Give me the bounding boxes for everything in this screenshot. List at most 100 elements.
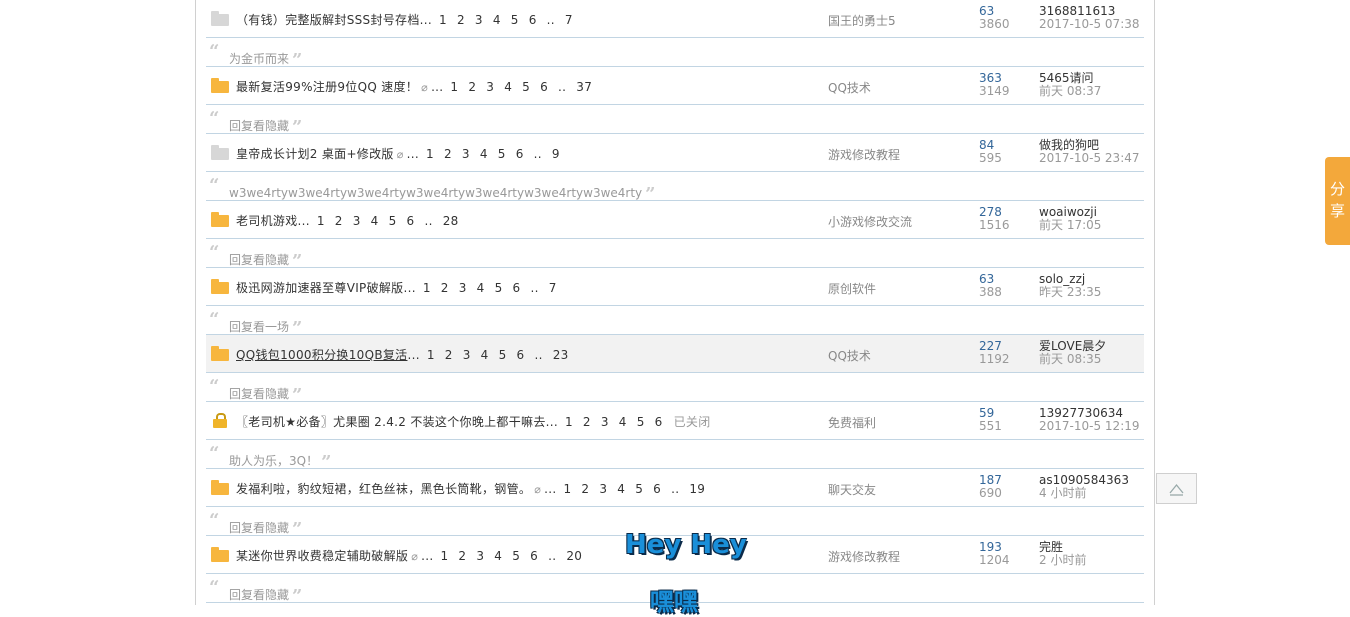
page-link[interactable]: 37 (576, 80, 592, 94)
last-post-time[interactable]: 昨天 23:35 (1039, 286, 1101, 299)
forum-link[interactable]: 小游戏修改交流 (828, 213, 912, 230)
page-link[interactable]: 2 (335, 214, 343, 228)
thread-row[interactable]: 老司机游戏... 1 2 3 4 5 6.. 28 小游戏修改交流 278 1516 woai… (206, 201, 1144, 239)
page-link[interactable]: 9 (552, 147, 560, 161)
thread-title-link[interactable]: 极迅网游加速器至尊VIP破解版 (236, 281, 404, 295)
thread-title-link[interactable]: 某迷你世界收费稳定辅助破解版 (236, 549, 408, 563)
page-link[interactable]: 5 (495, 281, 503, 295)
last-post-time[interactable]: 2017-10-5 23:47 (1039, 152, 1140, 165)
forum-link[interactable]: QQ技术 (828, 347, 871, 364)
page-link[interactable]: 6 (530, 549, 538, 563)
page-link[interactable]: 1 (563, 482, 571, 496)
page-link[interactable]: 4 (481, 348, 489, 362)
page-link[interactable]: 5 (635, 482, 643, 496)
forum-link[interactable]: 聊天交友 (828, 481, 876, 498)
page-link[interactable]: 5 (511, 13, 519, 27)
forum-link[interactable]: 游戏修改教程 (828, 548, 900, 565)
page-link[interactable]: 5 (637, 415, 645, 429)
thread-title-link[interactable]: （有钱）完整版解封SSS封号存档 (236, 13, 420, 27)
page-link[interactable]: 1 (427, 348, 435, 362)
page-link[interactable]: 5 (499, 348, 507, 362)
page-link[interactable]: 6 (516, 147, 524, 161)
page-link[interactable]: 3 (601, 415, 609, 429)
page-link[interactable]: 1 (423, 281, 431, 295)
page-link[interactable]: 19 (689, 482, 705, 496)
thread-title-link[interactable]: 发福利啦，豹纹短裙，红色丝袜，黑色长筒靴，钢管。 (236, 482, 531, 496)
page-link[interactable]: 2 (445, 348, 453, 362)
page-link[interactable]: 5 (498, 147, 506, 161)
page-link[interactable]: 2 (583, 415, 591, 429)
thread-row[interactable]: 最新复活99%注册9位QQ 速度！ ⌀... 1 2 3 4 5 6.. 37 QQ技术 363… (206, 67, 1144, 105)
thread-title-link[interactable]: 〖老司机★必备〗尤果圈 2.4.2 不装这个你晚上都干嘛去 (236, 415, 546, 429)
last-post-time[interactable]: 4 小时前 (1039, 487, 1129, 500)
page-link[interactable]: 5 (512, 549, 520, 563)
thread-title-link[interactable]: 老司机游戏 (236, 214, 298, 228)
last-post-time[interactable]: 前天 17:05 (1039, 219, 1101, 232)
page-link[interactable]: 4 (371, 214, 379, 228)
back-to-top-button[interactable] (1156, 473, 1197, 504)
page-link[interactable]: 3 (463, 348, 471, 362)
page-link[interactable]: 4 (494, 549, 502, 563)
share-button[interactable]: 分享 (1325, 157, 1350, 245)
thread-row[interactable]: 发福利啦，豹纹短裙，红色丝袜，黑色长筒靴，钢管。 ⌀... 1 2 3 4 5 6.. 19 聊… (206, 469, 1144, 507)
page-link[interactable]: 1 (426, 147, 434, 161)
thread-title-link[interactable]: 最新复活99%注册9位QQ 速度！ (236, 80, 418, 94)
page-link[interactable]: 4 (619, 415, 627, 429)
page-link[interactable]: 2 (444, 147, 452, 161)
page-link[interactable]: 6 (655, 415, 663, 429)
page-link[interactable]: 3 (486, 80, 494, 94)
thread-row[interactable]: （有钱）完整版解封SSS封号存档... 1 2 3 4 5 6.. 7 国王的勇士5 63 3… (206, 0, 1144, 38)
page-link[interactable]: 6 (529, 13, 537, 27)
thread-title-link[interactable]: 皇帝成长计划2 桌面+修改版 (236, 147, 394, 161)
page-link[interactable]: 6 (540, 80, 548, 94)
page-link[interactable]: 2 (458, 549, 466, 563)
forum-link[interactable]: 免费福利 (828, 414, 876, 431)
page-link[interactable]: 2 (441, 281, 449, 295)
page-link[interactable]: 5 (389, 214, 397, 228)
page-link[interactable]: 7 (565, 13, 573, 27)
last-post-time[interactable]: 前天 08:37 (1039, 85, 1101, 98)
page-link[interactable]: 2 (468, 80, 476, 94)
page-link[interactable]: 23 (553, 348, 569, 362)
page-link[interactable]: 4 (477, 281, 485, 295)
page-link[interactable]: 3 (462, 147, 470, 161)
thread-row[interactable]: 〖老司机★必备〗尤果圈 2.4.2 不装这个你晚上都干嘛去... 1 2 3 4 5 6 已关… (206, 402, 1144, 440)
page-link[interactable]: 6 (653, 482, 661, 496)
page-link[interactable]: 20 (566, 549, 582, 563)
forum-link[interactable]: 游戏修改教程 (828, 146, 900, 163)
page-link[interactable]: 6 (407, 214, 415, 228)
page-link[interactable]: 1 (439, 13, 447, 27)
last-post-time[interactable]: 2017-10-5 12:19 (1039, 420, 1140, 433)
page-link[interactable]: 2 (581, 482, 589, 496)
page-link[interactable]: 5 (522, 80, 530, 94)
forum-link[interactable]: 原创软件 (828, 280, 876, 297)
page-link[interactable]: 6 (517, 348, 525, 362)
forum-link[interactable]: 国王的勇士5 (828, 12, 896, 29)
page-link[interactable]: 1 (565, 415, 573, 429)
page-link[interactable]: 1 (450, 80, 458, 94)
forum-link[interactable]: QQ技术 (828, 79, 871, 96)
page-link[interactable]: 4 (493, 13, 501, 27)
page-link[interactable]: 4 (504, 80, 512, 94)
last-post-time[interactable]: 2017-10-5 07:38 (1039, 18, 1140, 31)
page-link[interactable]: 3 (353, 214, 361, 228)
page-link[interactable]: 4 (617, 482, 625, 496)
page-link[interactable]: 3 (599, 482, 607, 496)
thread-row[interactable]: QQ钱包1000积分换10QB复活... 1 2 3 4 5 6.. 23 QQ技术 227 … (206, 335, 1144, 373)
page-link[interactable]: 4 (480, 147, 488, 161)
page-link[interactable]: 3 (476, 549, 484, 563)
page-link[interactable]: 2 (457, 13, 465, 27)
last-post-time[interactable]: 2 小时前 (1039, 554, 1086, 567)
page-link[interactable]: 1 (317, 214, 325, 228)
page-link[interactable]: 6 (513, 281, 521, 295)
thread-row[interactable]: 极迅网游加速器至尊VIP破解版... 1 2 3 4 5 6.. 7 原创软件 63 388 … (206, 268, 1144, 306)
thread-title-link[interactable]: QQ钱包1000积分换10QB复活 (236, 348, 407, 362)
page-link[interactable]: 1 (440, 549, 448, 563)
page-link[interactable]: 3 (459, 281, 467, 295)
reply-snippet-text: 回复看隐藏 (229, 253, 290, 267)
thread-row[interactable]: 皇帝成长计划2 桌面+修改版 ⌀... 1 2 3 4 5 6.. 9 游戏修改教程 84 59… (206, 134, 1144, 172)
last-post-time[interactable]: 前天 08:35 (1039, 353, 1106, 366)
page-link[interactable]: 3 (475, 13, 483, 27)
page-link[interactable]: 28 (443, 214, 459, 228)
page-link[interactable]: 7 (549, 281, 557, 295)
